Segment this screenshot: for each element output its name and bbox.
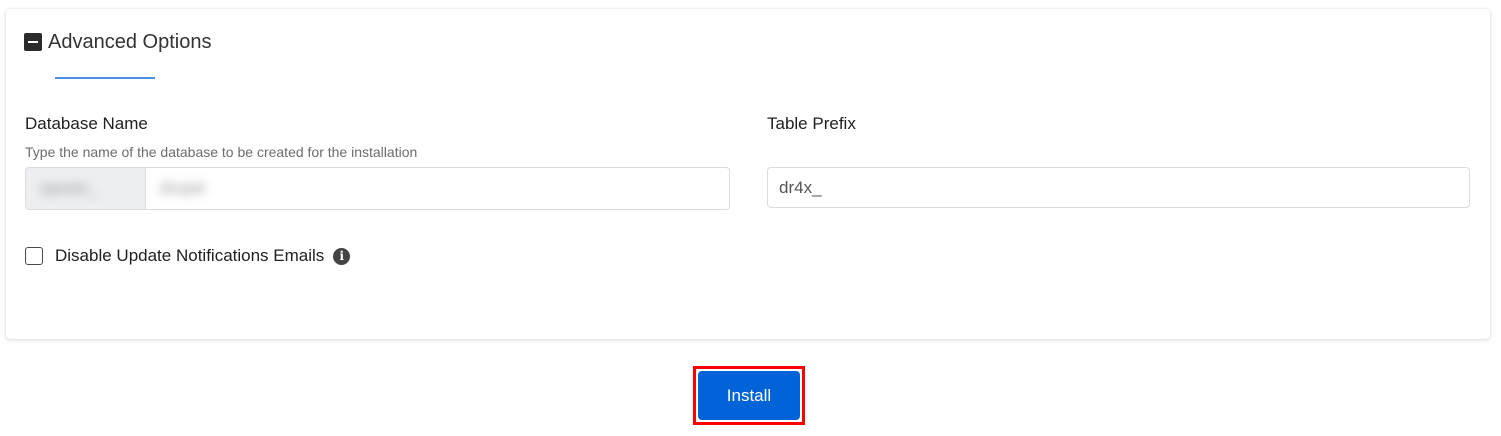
table-prefix-label: Table Prefix [767, 114, 856, 133]
database-name-input[interactable]: drupal [146, 168, 729, 209]
advanced-options-toggle[interactable]: Advanced Options [24, 31, 211, 53]
database-name-help: Type the name of the database to be crea… [25, 144, 418, 160]
info-circle-icon[interactable]: i [333, 247, 351, 265]
disable-update-notifications-label[interactable]: Disable Update Notifications Emails [55, 246, 324, 266]
advanced-options-card: Advanced Options Database Name Type the … [6, 9, 1490, 339]
database-name-label: Database Name [25, 114, 148, 133]
advanced-options-title: Advanced Options [48, 31, 212, 53]
install-button[interactable]: Install [698, 371, 800, 420]
database-name-prefix: cpuser_ [26, 168, 146, 209]
install-button-highlight: Install [693, 366, 805, 425]
database-name-field[interactable]: cpuser_ drupal [25, 167, 730, 210]
disable-update-notifications-row: Disable Update Notifications Emails i [25, 246, 351, 266]
minus-square-icon[interactable] [24, 33, 42, 51]
header-underline [55, 77, 155, 79]
table-prefix-input[interactable] [767, 167, 1470, 208]
disable-update-notifications-checkbox[interactable] [25, 247, 43, 265]
